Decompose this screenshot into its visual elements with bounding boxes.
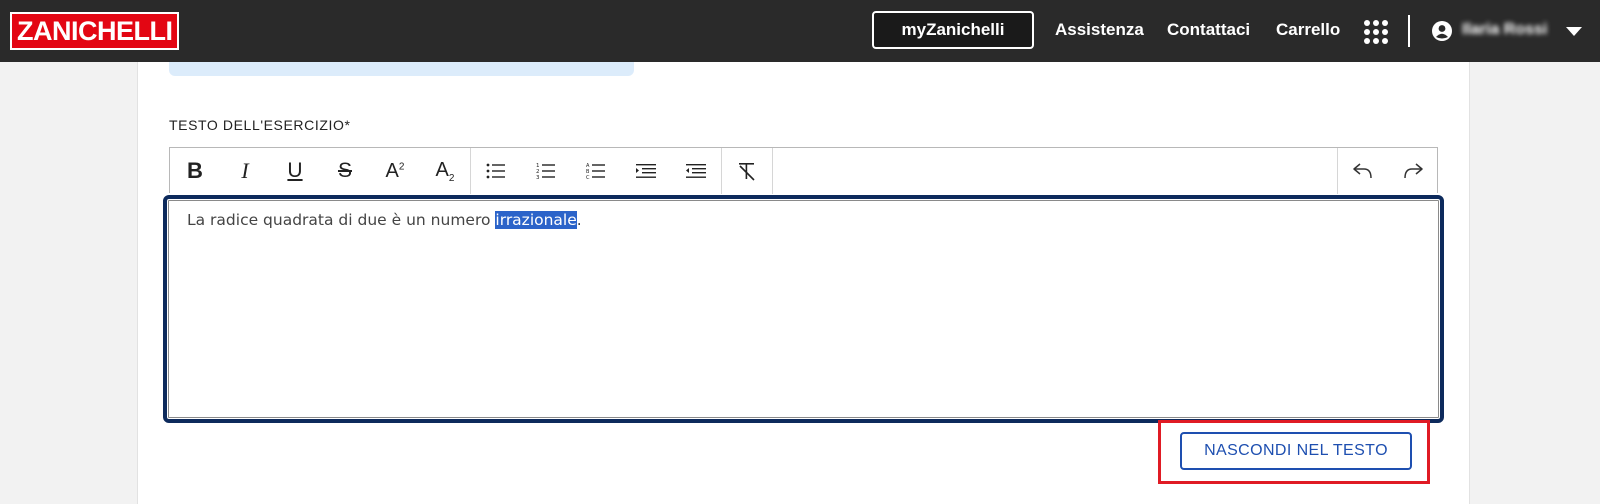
- redo-button[interactable]: [1388, 148, 1438, 194]
- toolbar-separator: [772, 148, 773, 194]
- clear-format-button[interactable]: [722, 148, 772, 194]
- selected-text[interactable]: irrazionale: [495, 211, 577, 229]
- editor-text[interactable]: La radice quadrata di due è un numero ir…: [187, 211, 582, 229]
- field-label: TESTO DELL'ESERCIZIO*: [169, 117, 351, 133]
- lettered-list-icon: A B C: [586, 163, 605, 180]
- undo-icon: [1353, 163, 1372, 179]
- bulleted-list-button[interactable]: [471, 148, 521, 194]
- superscript-glyph: A: [385, 159, 399, 182]
- highlight-box: NASCONDI NEL TESTO: [1158, 420, 1430, 484]
- superscript-mark: 2: [398, 160, 405, 172]
- numbered-list-button[interactable]: 1 2 3: [521, 148, 571, 194]
- text-after-selection: .: [576, 211, 582, 229]
- myzanichelli-button[interactable]: myZanichelli: [872, 11, 1034, 49]
- apps-grid-icon[interactable]: [1364, 20, 1388, 44]
- user-circle-icon[interactable]: [1432, 21, 1452, 41]
- svg-text:C: C: [586, 175, 590, 180]
- subscript-glyph: A: [435, 158, 449, 181]
- carrello-link[interactable]: Carrello: [1276, 20, 1340, 40]
- italic-button[interactable]: I: [220, 148, 270, 194]
- zanichelli-logo[interactable]: ZANICHELLI: [10, 12, 180, 50]
- italic-icon: I: [241, 158, 249, 183]
- user-name[interactable]: Ilaria Rossi: [1462, 21, 1547, 39]
- subscript-icon: A2: [436, 159, 455, 184]
- undo-button[interactable]: [1338, 148, 1388, 194]
- editor-content-area[interactable]: La radice quadrata di due è un numero ir…: [163, 195, 1444, 423]
- numbered-list-icon: 1 2 3: [536, 163, 555, 180]
- exercise-panel: TESTO DELL'ESERCIZIO* B I U S A2 A2 1 2 …: [137, 62, 1470, 504]
- text-before-selection: La radice quadrata di due è un numero: [187, 211, 496, 229]
- subscript-button[interactable]: A2: [420, 148, 470, 194]
- hide-in-text-button[interactable]: NASCONDI NEL TESTO: [1180, 432, 1412, 470]
- nav-divider: [1408, 15, 1410, 47]
- info-box: [169, 62, 634, 76]
- clear-format-icon: [739, 163, 755, 181]
- underline-button[interactable]: U: [270, 148, 320, 194]
- assistenza-link[interactable]: Assistenza: [1055, 20, 1144, 40]
- lettered-list-button[interactable]: A B C: [571, 148, 621, 194]
- editor-toolbar: B I U S A2 A2 1 2 3 A B C: [169, 147, 1438, 194]
- outdent-icon: [686, 164, 706, 178]
- caret-down-icon[interactable]: [1566, 27, 1582, 36]
- bold-icon: B: [187, 158, 203, 183]
- svg-text:3: 3: [536, 175, 540, 180]
- bold-button[interactable]: B: [170, 148, 220, 194]
- bulleted-list-icon: [486, 163, 505, 179]
- superscript-button[interactable]: A2: [370, 148, 420, 194]
- strikethrough-button[interactable]: S: [320, 148, 370, 194]
- superscript-icon: A2: [386, 160, 405, 183]
- outdent-button[interactable]: [671, 148, 721, 194]
- top-navbar: ZANICHELLI myZanichelli Assistenza Conta…: [0, 0, 1600, 62]
- contattaci-link[interactable]: Contattaci: [1167, 20, 1250, 40]
- indent-button[interactable]: [621, 148, 671, 194]
- indent-icon: [636, 164, 656, 178]
- subscript-mark: 2: [448, 172, 455, 184]
- redo-icon: [1404, 163, 1423, 179]
- underline-icon: U: [287, 159, 303, 182]
- strikethrough-icon: S: [337, 159, 352, 182]
